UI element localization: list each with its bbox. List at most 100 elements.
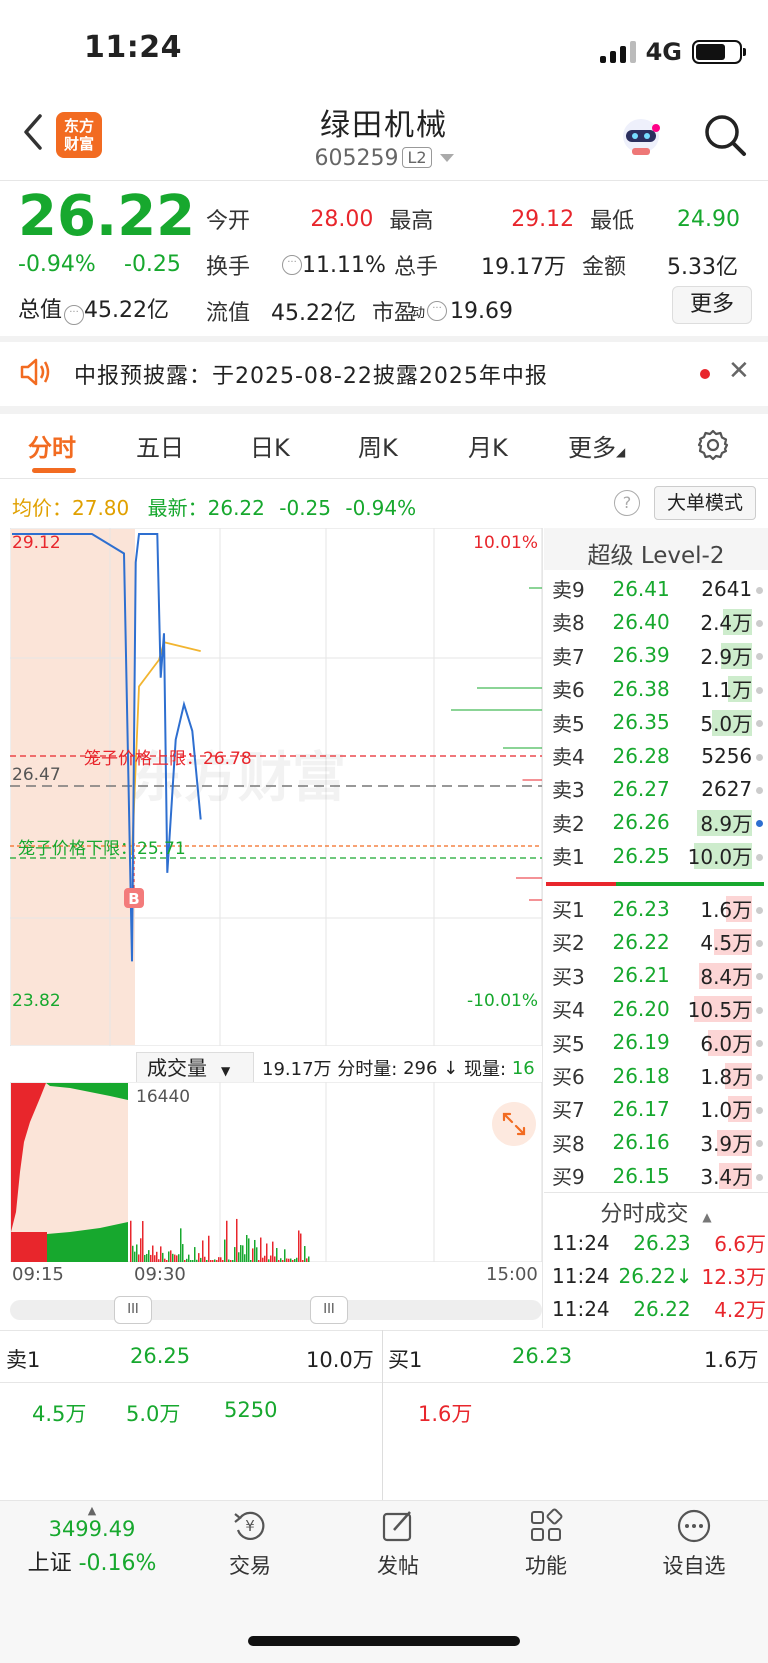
status-dot <box>756 997 764 1021</box>
level-price: 26.35 <box>612 710 670 735</box>
nav-functions[interactable]: 功能 <box>496 1508 596 1580</box>
time-open: 09:30 <box>134 1264 186 1285</box>
ask-row[interactable]: 卖5 26.35 5.0万 <box>552 706 764 739</box>
bid-row[interactable]: 买4 26.20 10.5万 <box>552 992 764 1025</box>
ask-row[interactable]: 卖2 26.26 8.9万 <box>552 806 764 839</box>
ask-row[interactable]: 卖7 26.39 2.9万 <box>552 639 764 672</box>
settings-gear-icon[interactable] <box>696 428 730 462</box>
notice-text[interactable]: 中报预披露：于2025-08-22披露2025年中报 <box>74 358 548 390</box>
nav-post[interactable]: 发帖 <box>348 1508 448 1580</box>
volume-bar <box>190 1260 192 1262</box>
search-icon[interactable] <box>702 112 748 158</box>
level2-badge: L2 <box>402 147 432 168</box>
tab-monthly-k[interactable]: 月K <box>468 428 508 463</box>
bid-row[interactable]: 买8 26.16 3.9万 <box>552 1126 764 1159</box>
slider-handle-right[interactable]: III <box>310 1296 348 1324</box>
status-dot <box>756 1130 764 1154</box>
bid-row[interactable]: 买7 26.17 1.0万 <box>552 1092 764 1125</box>
intraday-chart[interactable]: 东方财富 29.12 23.82 26.47 10.01% -10.01% 笼子… <box>10 528 542 1046</box>
ask-queue-item: 5.0万 <box>126 1402 181 1426</box>
volume-bar <box>188 1254 190 1262</box>
volume-bar <box>280 1258 282 1262</box>
level-price: 26.38 <box>612 676 670 701</box>
bid-row[interactable]: 买2 26.22 4.5万 <box>552 925 764 958</box>
unread-dot <box>700 369 710 379</box>
ask-row[interactable]: 卖4 26.28 5256 <box>552 739 764 772</box>
network-type: 4G <box>645 38 682 66</box>
status-dot <box>756 1097 764 1121</box>
volume-bar <box>300 1233 302 1262</box>
level-price: 26.26 <box>612 810 670 835</box>
tab-intraday[interactable]: 分时 <box>28 428 76 463</box>
status-dot <box>756 677 764 701</box>
status-dot <box>756 777 764 801</box>
bid-row[interactable]: 买1 26.23 1.6万 <box>552 892 764 925</box>
tab-daily-k[interactable]: 日K <box>250 428 290 463</box>
volume-bar <box>272 1241 274 1262</box>
pe-info-icon[interactable]: ··· <box>427 301 448 321</box>
info-dots-icon[interactable]: ··· <box>64 305 85 325</box>
volume-chart[interactable]: 16440 <box>10 1082 542 1262</box>
tab-five-day[interactable]: 五日 <box>136 428 184 463</box>
volume-bar <box>200 1257 202 1262</box>
level-name: 卖5 <box>552 711 585 736</box>
trades-title[interactable]: 分时成交 ▲ <box>544 1196 768 1228</box>
status-dot <box>756 930 764 954</box>
ask-row[interactable]: 卖9 26.41 2641 <box>552 572 764 605</box>
help-icon[interactable]: ? <box>614 490 640 516</box>
low-label: 23.82 <box>12 991 61 1011</box>
ask-row[interactable]: 卖6 26.38 1.1万 <box>552 672 764 705</box>
volume-bar <box>284 1249 286 1262</box>
volume-bar <box>228 1259 230 1262</box>
bid-row[interactable]: 买9 26.15 3.4万 <box>552 1159 764 1192</box>
volume-bar <box>226 1220 228 1262</box>
ask-row[interactable]: 卖3 26.27 2627 <box>552 772 764 805</box>
tab-weekly-k[interactable]: 周K <box>358 428 398 463</box>
volume-bar <box>290 1258 292 1262</box>
tab-more[interactable]: 更多◢ <box>568 428 625 463</box>
level-volume: 4.5万 <box>700 929 753 956</box>
close-icon[interactable]: ✕ <box>728 356 750 386</box>
volume-bar <box>214 1259 216 1262</box>
more-button[interactable]: 更多 <box>672 286 752 324</box>
trade-icon: ¥ <box>234 1511 265 1540</box>
ask-row[interactable]: 卖1 26.25 10.0万 <box>552 839 764 872</box>
volume-bar <box>252 1248 254 1262</box>
bid-row[interactable]: 买3 26.21 8.4万 <box>552 959 764 992</box>
volume-bar <box>216 1259 218 1262</box>
speaker-icon <box>20 358 50 386</box>
volume-bar <box>194 1247 196 1262</box>
volume-bar <box>138 1254 140 1262</box>
ask-row[interactable]: 卖8 26.40 2.4万 <box>552 605 764 638</box>
level-name: 买3 <box>552 964 585 989</box>
bid-row[interactable]: 买5 26.19 6.0万 <box>552 1026 764 1059</box>
lower-ask-volume: 10.0万 <box>306 1348 374 1372</box>
range-slider-track[interactable] <box>10 1300 542 1320</box>
ask-queue-item: 4.5万 <box>32 1402 87 1426</box>
bid-row[interactable]: 买6 26.18 1.8万 <box>552 1059 764 1092</box>
lower-bid-price: 26.23 <box>512 1344 573 1368</box>
turnover-info-icon[interactable]: ··· <box>282 255 302 275</box>
volume-bar <box>136 1244 138 1262</box>
volume-bar <box>154 1255 156 1262</box>
volume-bar <box>304 1246 306 1262</box>
level-price: 26.19 <box>612 1030 670 1055</box>
ai-assistant-icon[interactable] <box>618 116 664 158</box>
time-end: 15:00 <box>486 1264 538 1285</box>
nav-add-watchlist[interactable]: 设自选 <box>644 1508 744 1580</box>
level-name: 卖2 <box>552 811 585 836</box>
home-indicator <box>248 1636 520 1646</box>
expand-icon[interactable] <box>492 1102 536 1146</box>
status-dot <box>756 577 764 601</box>
big-order-mode-button[interactable]: 大单模式 <box>654 486 756 520</box>
nav-trade[interactable]: ¥ 交易 <box>200 1508 300 1580</box>
status-indicators: 4G <box>599 34 746 70</box>
index-ticker[interactable]: ▲ 3499.49 上证 -0.16% <box>12 1504 172 1577</box>
volume-bar <box>144 1254 146 1262</box>
volume-indicator-select[interactable]: 成交量 ▼ <box>136 1052 254 1084</box>
change-percent: -0.94% <box>18 252 96 277</box>
slider-handle-left[interactable]: III <box>114 1296 152 1324</box>
volume-bar <box>242 1245 244 1262</box>
prev-close-label: 26.47 <box>12 765 61 785</box>
trade-row: 11:24 26.22↓ 12.3万 <box>552 1263 766 1290</box>
